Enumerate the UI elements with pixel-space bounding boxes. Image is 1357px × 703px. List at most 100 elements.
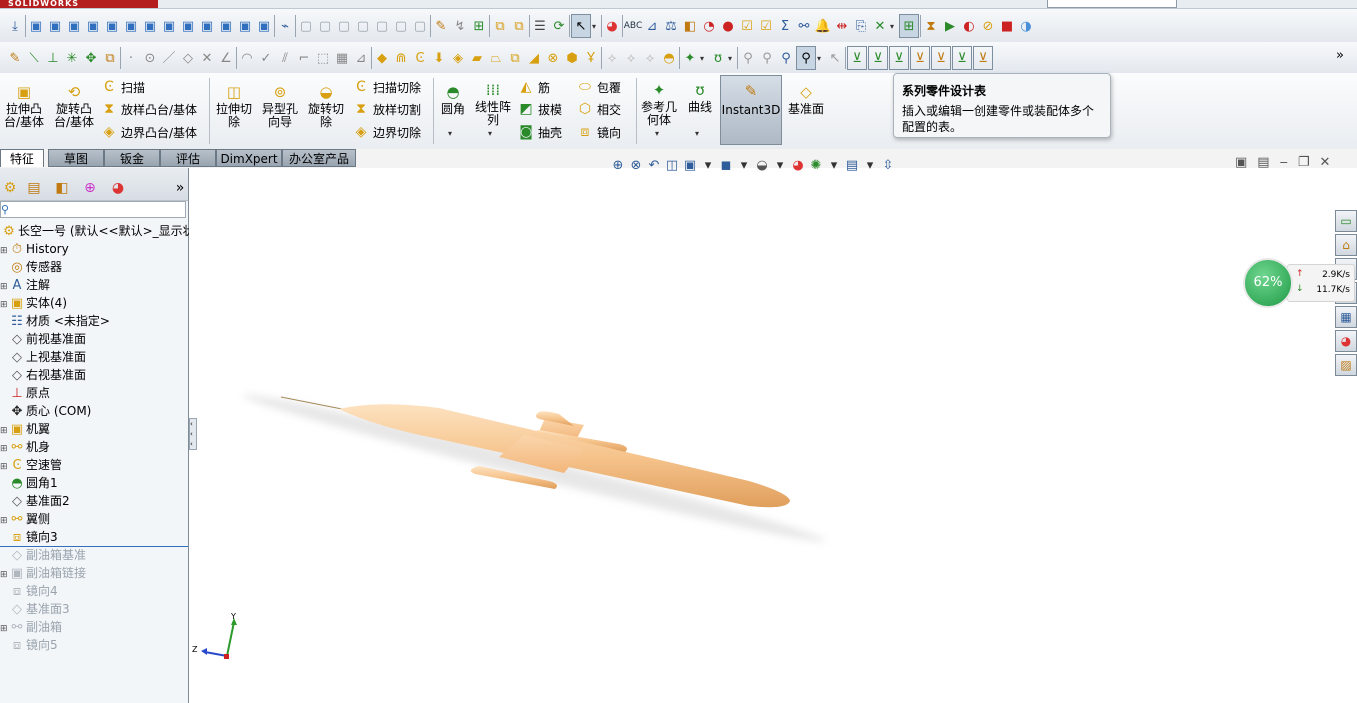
display-manager-icon[interactable]: ◕	[108, 178, 128, 198]
feature-icon[interactable]: ◆	[373, 47, 391, 69]
appearance-palette-icon[interactable]: ◑	[1017, 15, 1035, 37]
model-canvas[interactable]	[189, 168, 1357, 703]
lofted-cut-button[interactable]: ⧗ 放样切割	[352, 99, 421, 119]
macro-run-icon[interactable]: ▶	[941, 15, 959, 37]
tree-item[interactable]: ⊞ ⚯ 机身	[0, 438, 188, 456]
linear-pattern-button[interactable]: ⁞⁞⁞ 线性阵列	[473, 81, 513, 127]
extrude-boss-button[interactable]: ▣ 拉伸凸台/基体	[2, 83, 46, 129]
copy-icon[interactable]: ⧉	[491, 15, 509, 37]
view-outline-icon[interactable]: ▢	[316, 15, 334, 37]
arc-icon[interactable]: ◠	[238, 47, 256, 69]
disabled-tool-icon[interactable]: ⟡	[641, 47, 659, 69]
check-icon[interactable]: ☑	[757, 15, 775, 37]
extrude-cut-button[interactable]: ◫ 拉伸切除	[214, 83, 254, 129]
view-outline-icon[interactable]: ▢	[297, 15, 315, 37]
angle2-icon[interactable]: ⊿	[352, 47, 370, 69]
grid-icon[interactable]: ▦	[333, 47, 351, 69]
check-mark-icon[interactable]: ✓	[257, 47, 275, 69]
smart-dimension-icon[interactable]: ↯	[451, 15, 469, 37]
chevron-down-icon[interactable]: ▾	[728, 54, 736, 63]
view-cube-icon[interactable]: ▣	[198, 15, 216, 37]
tree-item[interactable]: ⊥ 原点	[0, 384, 188, 402]
view-outline-icon[interactable]: ▢	[354, 15, 372, 37]
loft-boss-button[interactable]: ⧗ 放样凸台/基体	[100, 99, 197, 119]
measure-tool-icon[interactable]: ⧉	[101, 47, 119, 69]
design-table-icon[interactable]: ⊞	[899, 14, 919, 38]
tree-item[interactable]: ◇ 前视基准面	[0, 330, 188, 348]
view-cube-icon[interactable]: ▣	[27, 15, 45, 37]
rect-icon[interactable]: ⬚	[314, 47, 332, 69]
view-cube-icon[interactable]: ▣	[179, 15, 197, 37]
view-outline-icon[interactable]: ▢	[373, 15, 391, 37]
spline-tool-icon[interactable]: ✳	[63, 47, 81, 69]
select-arrow-icon[interactable]: ↖	[571, 14, 591, 38]
custom-properties-icon[interactable]: ▨	[1335, 354, 1357, 376]
tab-sheet-metal[interactable]: 钣金	[104, 149, 160, 167]
wrap-button[interactable]: ⬭ 包覆	[576, 77, 621, 97]
curves-tool-icon[interactable]: ʊ	[709, 47, 727, 69]
property-manager-icon[interactable]: ▤	[24, 178, 44, 198]
view-cube-icon[interactable]: ▣	[65, 15, 83, 37]
spellcheck-icon[interactable]: ABC	[624, 15, 642, 37]
curves-button[interactable]: ʊ 曲线	[684, 81, 716, 114]
check-icon[interactable]: ☑	[738, 15, 756, 37]
feature-tree-icon[interactable]: ⚙	[0, 178, 20, 198]
plane-button[interactable]: ◇ 基准面	[784, 83, 828, 116]
tree-item[interactable]: ⊞ Ͼ 空速管	[0, 456, 188, 474]
filter-edge-icon[interactable]: ⊻	[868, 46, 888, 70]
mass-properties-icon[interactable]: ⚖	[662, 15, 680, 37]
instant3d-button[interactable]: ✎ Instant3D	[720, 75, 782, 145]
graphics-viewport[interactable]: ⊕ ⊗ ↶ ◫ ▣ ▾ ◼ ▾ ◒ ▾ ◕ ✺ ▾ ▤ ▾ ⇳ ▣ ▤ ‒ ❐ …	[189, 155, 1357, 703]
feature-icon[interactable]: ⬇	[430, 47, 448, 69]
boundary-cut-button[interactable]: ◈ 边界切除	[352, 122, 421, 142]
tree-item[interactable]: ◇ 副油箱基准	[0, 546, 188, 564]
tree-item[interactable]: ◓ 圆角1	[0, 474, 188, 492]
tree-item[interactable]: ⊞ ▣ 实体(4)	[0, 294, 188, 312]
corner-icon[interactable]: ⌐	[295, 47, 313, 69]
chevron-down-icon[interactable]: ▾	[655, 129, 659, 138]
tree-item[interactable]: ✥ 质心 (COM)	[0, 402, 188, 420]
chevron-down-icon[interactable]: ▾	[448, 129, 452, 138]
draft-button[interactable]: ◩ 拔模	[517, 99, 562, 119]
feature-icon[interactable]: ⋒	[392, 47, 410, 69]
tree-item[interactable]: ◇ 上视基准面	[0, 348, 188, 366]
section-properties-icon[interactable]: ◧	[681, 15, 699, 37]
hole-wizard-button[interactable]: ⊚ 异型孔向导	[260, 83, 300, 129]
view-cube-icon[interactable]: ▣	[236, 15, 254, 37]
measure-icon[interactable]: ⊿	[643, 15, 661, 37]
filter-plane-icon[interactable]: ⊻	[910, 46, 930, 70]
point-tool-icon[interactable]: ⊥	[44, 47, 62, 69]
circle-icon[interactable]: ⊙	[141, 47, 159, 69]
options-icon[interactable]: ⊘	[979, 15, 997, 37]
view-outline-icon[interactable]: ▢	[335, 15, 353, 37]
filter-active-icon[interactable]: ⚲	[796, 46, 816, 70]
mirror-button[interactable]: ⧈ 镜向	[576, 122, 621, 142]
sweep-button[interactable]: Ͼ 扫描	[100, 77, 145, 97]
equations-sigma-icon[interactable]: Σ	[776, 15, 794, 37]
reference-geometry-button[interactable]: ✦ 参考几何体	[640, 81, 678, 127]
line-tool-icon[interactable]: ⟍	[25, 47, 43, 69]
relations-icon[interactable]: ⊞	[470, 15, 488, 37]
feature-icon[interactable]: Ͼ	[411, 47, 429, 69]
sketch-tool-icon[interactable]: ✎	[6, 47, 24, 69]
view-cube-icon[interactable]: ▣	[122, 15, 140, 37]
macro-stop-icon[interactable]: ◐	[960, 15, 978, 37]
appearances-icon[interactable]: ◕	[1335, 330, 1357, 352]
network-speed-widget[interactable]: ↑ 2.9K/s ↓ 11.7K/s 62%	[1243, 258, 1355, 308]
feature-icon[interactable]: ⧉	[506, 47, 524, 69]
tree-item[interactable]: ⧈ 镜向5	[0, 636, 188, 654]
feature-icon[interactable]: ⊗	[544, 47, 562, 69]
revolve-cut-button[interactable]: ◒ 旋转切除	[306, 83, 346, 129]
filter-vertex-icon[interactable]: ⊻	[889, 46, 909, 70]
filter-face-icon[interactable]: ⊻	[847, 46, 867, 70]
view-outline-icon[interactable]: ▢	[411, 15, 429, 37]
chevron-down-icon[interactable]: ▾	[488, 129, 492, 138]
sketch-edit-icon[interactable]: ✎	[432, 15, 450, 37]
chevron-down-icon[interactable]: ▾	[700, 54, 708, 63]
view-cube-icon[interactable]: ▣	[255, 15, 273, 37]
view-cube-icon[interactable]: ▣	[160, 15, 178, 37]
tab-office-products[interactable]: 办公室产品	[282, 149, 356, 167]
tree-item[interactable]: ⧈ 镜向4	[0, 582, 188, 600]
tree-filter-input[interactable]	[0, 201, 186, 218]
tree-item[interactable]: ⊞ ▣ 副油箱链接	[0, 564, 188, 582]
